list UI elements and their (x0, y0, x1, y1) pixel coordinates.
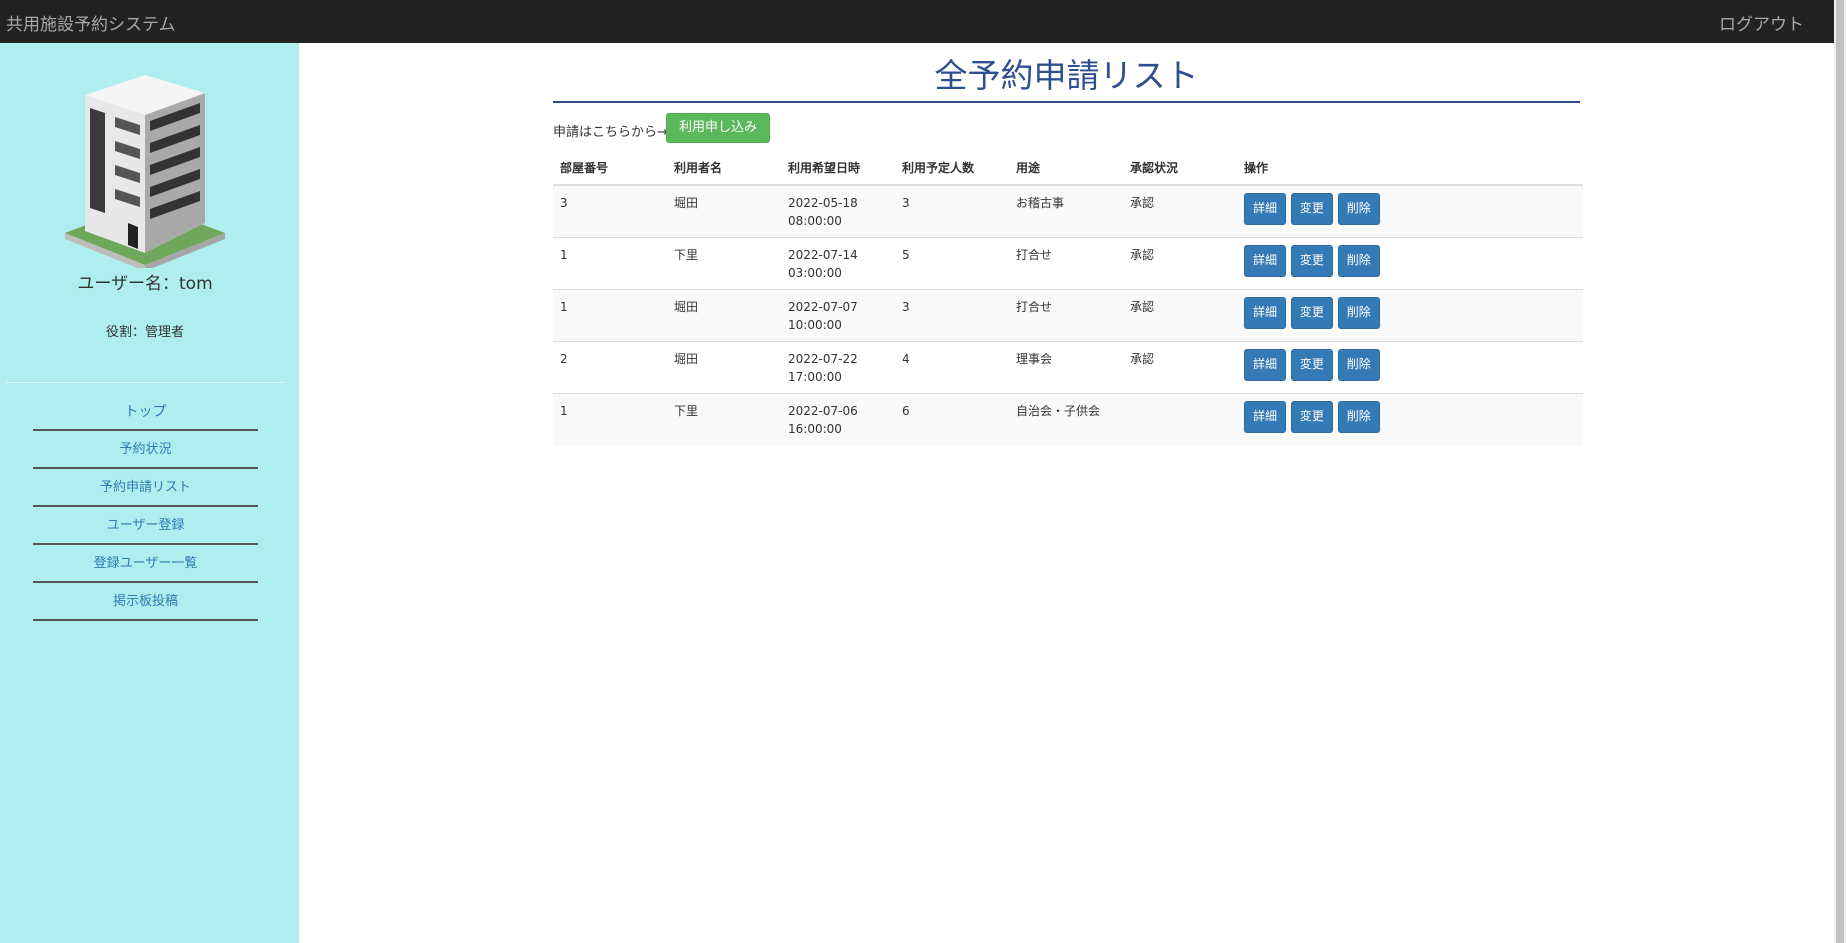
cell-user: 堀田 (667, 184, 781, 238)
cell-room: 1 (553, 237, 667, 290)
sidebar-item-user-registration[interactable]: ユーザー登録 (33, 507, 258, 545)
cell-time: 03:00:00 (788, 266, 842, 280)
cell-people: 3 (895, 184, 1009, 238)
cell-status: 承認 (1123, 237, 1237, 290)
apply-label: 申請はこちらから→ (553, 125, 668, 140)
cell-actions: 詳細 変更 削除 (1237, 184, 1583, 238)
col-status: 承認状況 (1123, 153, 1237, 186)
cell-time: 17:00:00 (788, 370, 842, 384)
cell-datetime: 2022-07-06 16:00:00 (781, 393, 895, 445)
table-row: 1 下里 2022-07-06 16:00:00 6 自治会・子供会 詳細 変更 … (553, 393, 1583, 445)
col-datetime: 利用希望日時 (781, 153, 895, 186)
delete-button[interactable]: 削除 (1337, 245, 1380, 277)
vertical-scrollbar[interactable] (1834, 0, 1846, 943)
reservation-table: 部屋番号 利用者名 利用希望日時 利用予定人数 用途 承認状況 操作 3 堀田 … (553, 153, 1583, 445)
detail-button[interactable]: 詳細 (1244, 297, 1287, 329)
page-title: 全予約申請リスト (553, 43, 1580, 103)
sidebar-item-reservation-status[interactable]: 予約状況 (33, 431, 258, 469)
detail-button[interactable]: 詳細 (1244, 401, 1287, 433)
edit-button[interactable]: 変更 (1290, 193, 1333, 225)
cell-datetime: 2022-07-14 03:00:00 (781, 237, 895, 290)
col-room: 部屋番号 (553, 153, 667, 186)
cell-people: 5 (895, 237, 1009, 290)
sidebar: ユーザー名：tom 役割：管理者 トップ 予約状況 予約申請リスト ユーザー登録… (0, 43, 299, 943)
detail-button[interactable]: 詳細 (1244, 245, 1287, 277)
detail-button[interactable]: 詳細 (1244, 349, 1287, 381)
cell-user: 堀田 (667, 289, 781, 342)
sidebar-item-top[interactable]: トップ (33, 393, 258, 431)
building-logo (65, 75, 225, 268)
role-label: 役割：管理者 (105, 325, 184, 340)
username-label: ユーザー名：tom (77, 274, 213, 294)
edit-button[interactable]: 変更 (1290, 245, 1333, 277)
cell-room: 3 (553, 184, 667, 238)
cell-room: 1 (553, 289, 667, 342)
col-user: 利用者名 (667, 153, 781, 186)
table-row: 1 下里 2022-07-14 03:00:00 5 打合せ 承認 詳細 変更 削… (553, 237, 1583, 290)
table-row: 1 堀田 2022-07-07 10:00:00 3 打合せ 承認 詳細 変更 削… (553, 289, 1583, 342)
cell-datetime: 2022-07-07 10:00:00 (781, 289, 895, 342)
edit-button[interactable]: 変更 (1290, 401, 1333, 433)
cell-status (1123, 393, 1237, 445)
cell-time: 08:00:00 (788, 214, 842, 228)
delete-button[interactable]: 削除 (1337, 349, 1380, 381)
col-people: 利用予定人数 (895, 153, 1009, 186)
delete-button[interactable]: 削除 (1337, 297, 1380, 329)
table-row: 2 堀田 2022-07-22 17:00:00 4 理事会 承認 詳細 変更 削… (553, 341, 1583, 394)
cell-date: 2022-07-07 (788, 300, 858, 314)
cell-people: 4 (895, 341, 1009, 394)
cell-time: 16:00:00 (788, 422, 842, 436)
table-header-row: 部屋番号 利用者名 利用希望日時 利用予定人数 用途 承認状況 操作 (553, 153, 1583, 186)
cell-people: 6 (895, 393, 1009, 445)
scrollbar-thumb[interactable] (1836, 0, 1844, 943)
cell-user: 下里 (667, 237, 781, 290)
sidebar-divider (6, 382, 284, 383)
cell-datetime: 2022-05-18 08:00:00 (781, 184, 895, 238)
cell-purpose: 打合せ (1009, 289, 1123, 342)
top-navbar: 共用施設予約システム ログアウト (0, 0, 1834, 43)
app-title[interactable]: 共用施設予約システム (6, 10, 176, 35)
cell-date: 2022-07-14 (788, 248, 858, 262)
cell-user: 下里 (667, 393, 781, 445)
edit-button[interactable]: 変更 (1290, 297, 1333, 329)
cell-people: 3 (895, 289, 1009, 342)
cell-actions: 詳細 変更 削除 (1237, 237, 1583, 290)
cell-date: 2022-07-06 (788, 404, 858, 418)
delete-button[interactable]: 削除 (1337, 401, 1380, 433)
cell-status: 承認 (1123, 341, 1237, 394)
apply-row: 申請はこちらから→ 利用申し込み (553, 113, 1580, 143)
cell-date: 2022-07-22 (788, 352, 858, 366)
apply-button[interactable]: 利用申し込み (666, 113, 771, 143)
col-purpose: 用途 (1009, 153, 1123, 186)
table-row: 3 堀田 2022-05-18 08:00:00 3 お稽古事 承認 詳細 変更 … (553, 184, 1583, 238)
logout-link[interactable]: ログアウト (1719, 10, 1804, 35)
cell-time: 10:00:00 (788, 318, 842, 332)
cell-room: 1 (553, 393, 667, 445)
cell-purpose: 打合せ (1009, 237, 1123, 290)
cell-actions: 詳細 変更 削除 (1237, 341, 1583, 394)
edit-button[interactable]: 変更 (1290, 349, 1333, 381)
cell-user: 堀田 (667, 341, 781, 394)
cell-purpose: 自治会・子供会 (1009, 393, 1123, 445)
delete-button[interactable]: 削除 (1337, 193, 1380, 225)
sidebar-item-user-list[interactable]: 登録ユーザー一覧 (33, 545, 258, 583)
cell-actions: 詳細 変更 削除 (1237, 393, 1583, 445)
cell-purpose: 理事会 (1009, 341, 1123, 394)
sidebar-item-bulletin-post[interactable]: 掲示板投稿 (33, 583, 258, 621)
cell-actions: 詳細 変更 削除 (1237, 289, 1583, 342)
col-actions: 操作 (1237, 153, 1583, 186)
cell-room: 2 (553, 341, 667, 394)
cell-date: 2022-05-18 (788, 196, 858, 210)
sidebar-item-application-list[interactable]: 予約申請リスト (33, 469, 258, 507)
cell-purpose: お稽古事 (1009, 184, 1123, 238)
cell-status: 承認 (1123, 184, 1237, 238)
cell-status: 承認 (1123, 289, 1237, 342)
cell-datetime: 2022-07-22 17:00:00 (781, 341, 895, 394)
main-content: 全予約申請リスト 申請はこちらから→ 利用申し込み 部屋番号 利用者名 利用希望… (553, 43, 1583, 445)
sidebar-nav: トップ 予約状況 予約申請リスト ユーザー登録 登録ユーザー一覧 掲示板投稿 (33, 393, 258, 621)
detail-button[interactable]: 詳細 (1244, 193, 1287, 225)
